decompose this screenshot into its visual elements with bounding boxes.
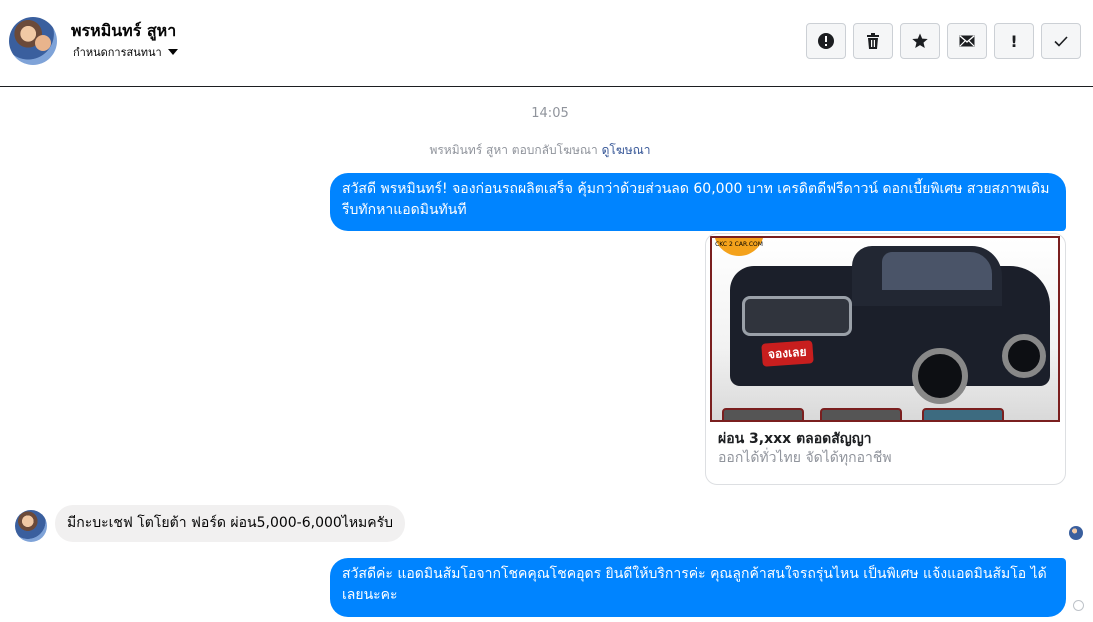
sent-status-icon — [1073, 600, 1084, 611]
schedule-label: กำหนดการสนทนา — [73, 46, 162, 59]
delete-button[interactable] — [853, 23, 893, 59]
report-button[interactable] — [806, 23, 846, 59]
ad-card-subtitle: ออกได้ทั่วไทย จัดได้ทุกอาชีพ — [718, 450, 892, 466]
truck-front-wheel — [912, 348, 968, 404]
envelope-icon — [959, 35, 975, 47]
ad-reply-note: พรหมินทร์ สูหา ตอบกลับโฆษณา ดูโฆษณา — [0, 141, 1080, 160]
schedule-dropdown[interactable]: กำหนดการสนทนา — [73, 43, 178, 61]
mark-unread-button[interactable] — [947, 23, 987, 59]
star-button[interactable] — [900, 23, 940, 59]
ad-reply-text: พรหมินทร์ สูหา ตอบกลับโฆษณา — [429, 143, 598, 157]
exclamation-icon: ! — [1010, 31, 1018, 51]
trash-icon — [867, 33, 879, 49]
message-timestamp: 14:05 — [531, 106, 569, 121]
image-thumbnail — [820, 408, 902, 420]
ad-card[interactable]: CKC 2 CAR.COM จองเลย ผ่อน 3,xxx ตลอดสัญญ… — [705, 233, 1066, 485]
caret-down-icon — [167, 49, 178, 55]
image-thumbnail — [722, 408, 804, 420]
truck-rear-wheel — [1002, 334, 1046, 378]
header-toolbar: ! — [806, 23, 1081, 59]
conversation-header: พรหมินทร์ สูหา กำหนดการสนทนา ! — [0, 0, 1093, 87]
ad-image: CKC 2 CAR.COM จองเลย — [710, 236, 1060, 422]
alert-circle-icon — [818, 33, 834, 49]
sender-avatar[interactable] — [15, 510, 47, 542]
truck-window — [882, 252, 992, 290]
dealer-logo: CKC 2 CAR.COM — [714, 238, 764, 256]
contact-name[interactable]: พรหมินทร์ สูหา — [71, 19, 176, 44]
mark-done-button[interactable] — [1041, 23, 1081, 59]
star-icon — [912, 33, 928, 48]
mark-important-button[interactable]: ! — [994, 23, 1034, 59]
image-thumbnail — [922, 408, 1004, 420]
message-bubble-outgoing[interactable]: สวัสดีค่ะ แอดมินส้มโอจากโชคคุณโชคอุดร ยิ… — [330, 558, 1066, 617]
book-now-stamp: จองเลย — [761, 340, 814, 367]
contact-avatar[interactable] — [9, 17, 57, 65]
truck-grille — [742, 296, 852, 336]
check-icon — [1054, 36, 1068, 47]
view-ad-link[interactable]: ดูโฆษณา — [602, 143, 651, 157]
message-bubble-incoming[interactable]: มีกะบะเชฟ โตโยต้า ฟอร์ด ผ่อน5,000-6,000ไ… — [55, 505, 406, 542]
seen-indicator-avatar — [1069, 526, 1083, 540]
message-bubble-outgoing[interactable]: สวัสดี พรหมินทร์! จองก่อนรถผลิตเสร็จ คุ้… — [330, 173, 1066, 231]
